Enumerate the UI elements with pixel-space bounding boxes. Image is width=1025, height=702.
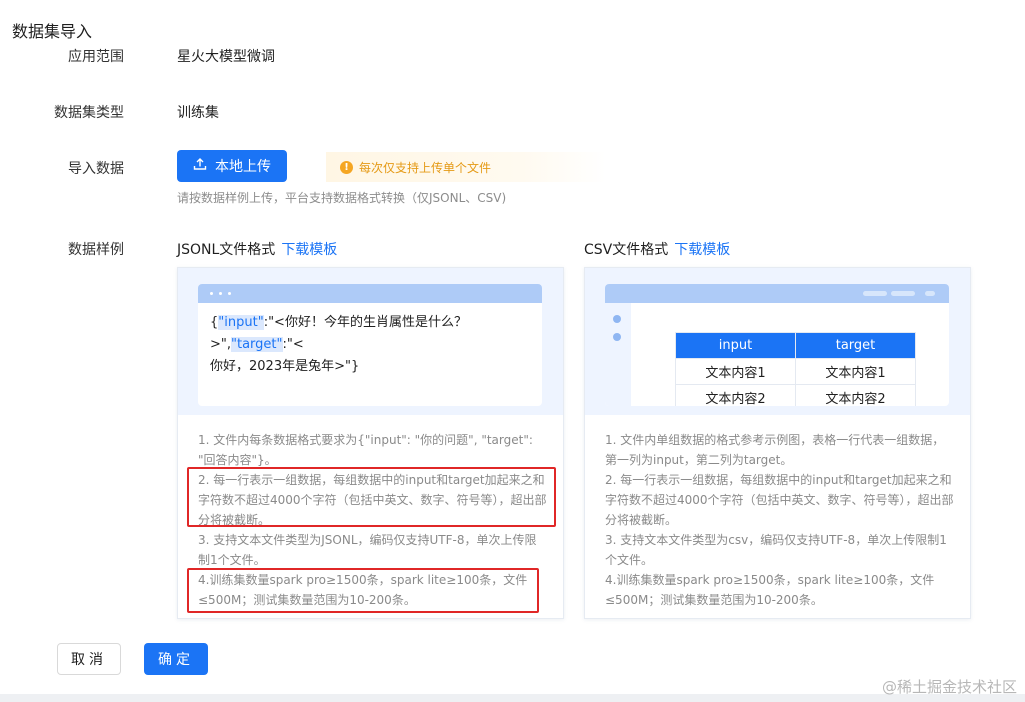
jsonl-sample-header: JSONL文件格式 下载模板 xyxy=(177,239,337,259)
data-sample-label: 数据样例 xyxy=(68,242,124,258)
csv-download-template-link[interactable]: 下载模板 xyxy=(674,242,730,258)
jsonl-preview: {"input":"<你好！今年的生肖属性是什么？>","target":"< … xyxy=(178,268,563,415)
upload-icon xyxy=(193,157,207,175)
csv-notes: 1. 文件内单组数据的格式参考示例图，表格一行代表一组数据，第一列为input，… xyxy=(605,430,955,610)
jsonl-note-3: 3. 支持文本文件类型为JSONL，编码仅支持UTF-8，单次上传限制1个文件。 xyxy=(198,533,537,567)
confirm-button[interactable]: 确定 xyxy=(144,643,208,675)
dataset-type-label: 数据集类型 xyxy=(54,105,124,121)
csv-sample-header: CSV文件格式 下载模板 xyxy=(584,239,730,259)
jsonl-format-title: JSONL文件格式 xyxy=(177,242,276,258)
jsonl-code-sample: {"input":"<你好！今年的生肖属性是什么？>","target":"< … xyxy=(210,315,467,374)
upload-hint: 请按数据样例上传，平台支持数据格式转换（仅JSONL、CSV) xyxy=(177,191,507,205)
csv-note-3: 3. 支持文本文件类型为csv，编码仅支持UTF-8，单次上传限制1个文件。 xyxy=(605,533,947,567)
upload-notice-text: 每次仅支持上传单个文件 xyxy=(359,160,492,175)
csv-note-1: 1. 文件内单组数据的格式参考示例图，表格一行代表一组数据，第一列为input，… xyxy=(605,433,945,467)
csv-header-target: target xyxy=(795,332,916,359)
upload-button-label: 本地上传 xyxy=(215,159,271,175)
csv-format-title: CSV文件格式 xyxy=(584,242,669,258)
csv-preview: input target 文本内容1 文本内容1 文本内容2 文本内容2 xyxy=(585,268,970,415)
upload-notice: ! 每次仅支持上传单个文件 xyxy=(326,152,606,182)
jsonl-notes: 1. 文件内每条数据格式要求为{"input": "你的问题", "target… xyxy=(198,430,548,610)
jsonl-note-1: 1. 文件内每条数据格式要求为{"input": "你的问题", "target… xyxy=(198,433,533,467)
jsonl-download-template-link[interactable]: 下载模板 xyxy=(281,242,337,258)
scope-value: 星火大模型微调 xyxy=(177,49,275,65)
table-row: 文本内容1 文本内容1 xyxy=(675,358,916,385)
csv-preview-window: input target 文本内容1 文本内容1 文本内容2 文本内容2 xyxy=(605,284,949,406)
footer-strip xyxy=(0,694,1025,702)
import-data-label: 导入数据 xyxy=(68,161,124,177)
table-cell: 文本内容1 xyxy=(795,358,916,385)
csv-note-4: 4.训练集数量spark pro≥1500条，spark lite≥100条，文… xyxy=(605,573,935,607)
window-titlebar xyxy=(605,284,949,303)
dataset-type-value: 训练集 xyxy=(177,105,219,121)
jsonl-preview-window: {"input":"<你好！今年的生肖属性是什么？>","target":"< … xyxy=(198,284,542,406)
csv-note-2: 2. 每一行表示一组数据，每组数据中的input和target加起来之和字符数不… xyxy=(605,473,954,527)
table-cell: 文本内容2 xyxy=(675,384,796,406)
csv-sample-table: input target 文本内容1 文本内容1 文本内容2 文本内容2 xyxy=(675,332,916,406)
window-sidebar xyxy=(605,303,631,406)
table-cell: 文本内容2 xyxy=(795,384,916,406)
jsonl-sample-card: {"input":"<你好！今年的生肖属性是什么？>","target":"< … xyxy=(177,267,564,619)
table-row: 文本内容2 文本内容2 xyxy=(675,384,916,406)
scope-label: 应用范围 xyxy=(68,49,124,65)
window-titlebar xyxy=(198,284,542,303)
page-title: 数据集导入 xyxy=(12,22,93,41)
csv-sample-card: input target 文本内容1 文本内容1 文本内容2 文本内容2 1. … xyxy=(584,267,971,619)
watermark: @稀土掘金技术社区 xyxy=(881,678,1017,696)
jsonl-note-2: 2. 每一行表示一组数据，每组数据中的input和target加起来之和字符数不… xyxy=(198,473,547,527)
warning-icon: ! xyxy=(340,160,353,174)
cancel-button[interactable]: 取消 xyxy=(57,643,121,675)
local-upload-button[interactable]: 本地上传 xyxy=(177,150,287,182)
table-cell: 文本内容1 xyxy=(675,358,796,385)
csv-header-input: input xyxy=(675,332,796,359)
jsonl-note-4: 4.训练集数量spark pro≥1500条，spark lite≥100条，文… xyxy=(198,573,528,607)
